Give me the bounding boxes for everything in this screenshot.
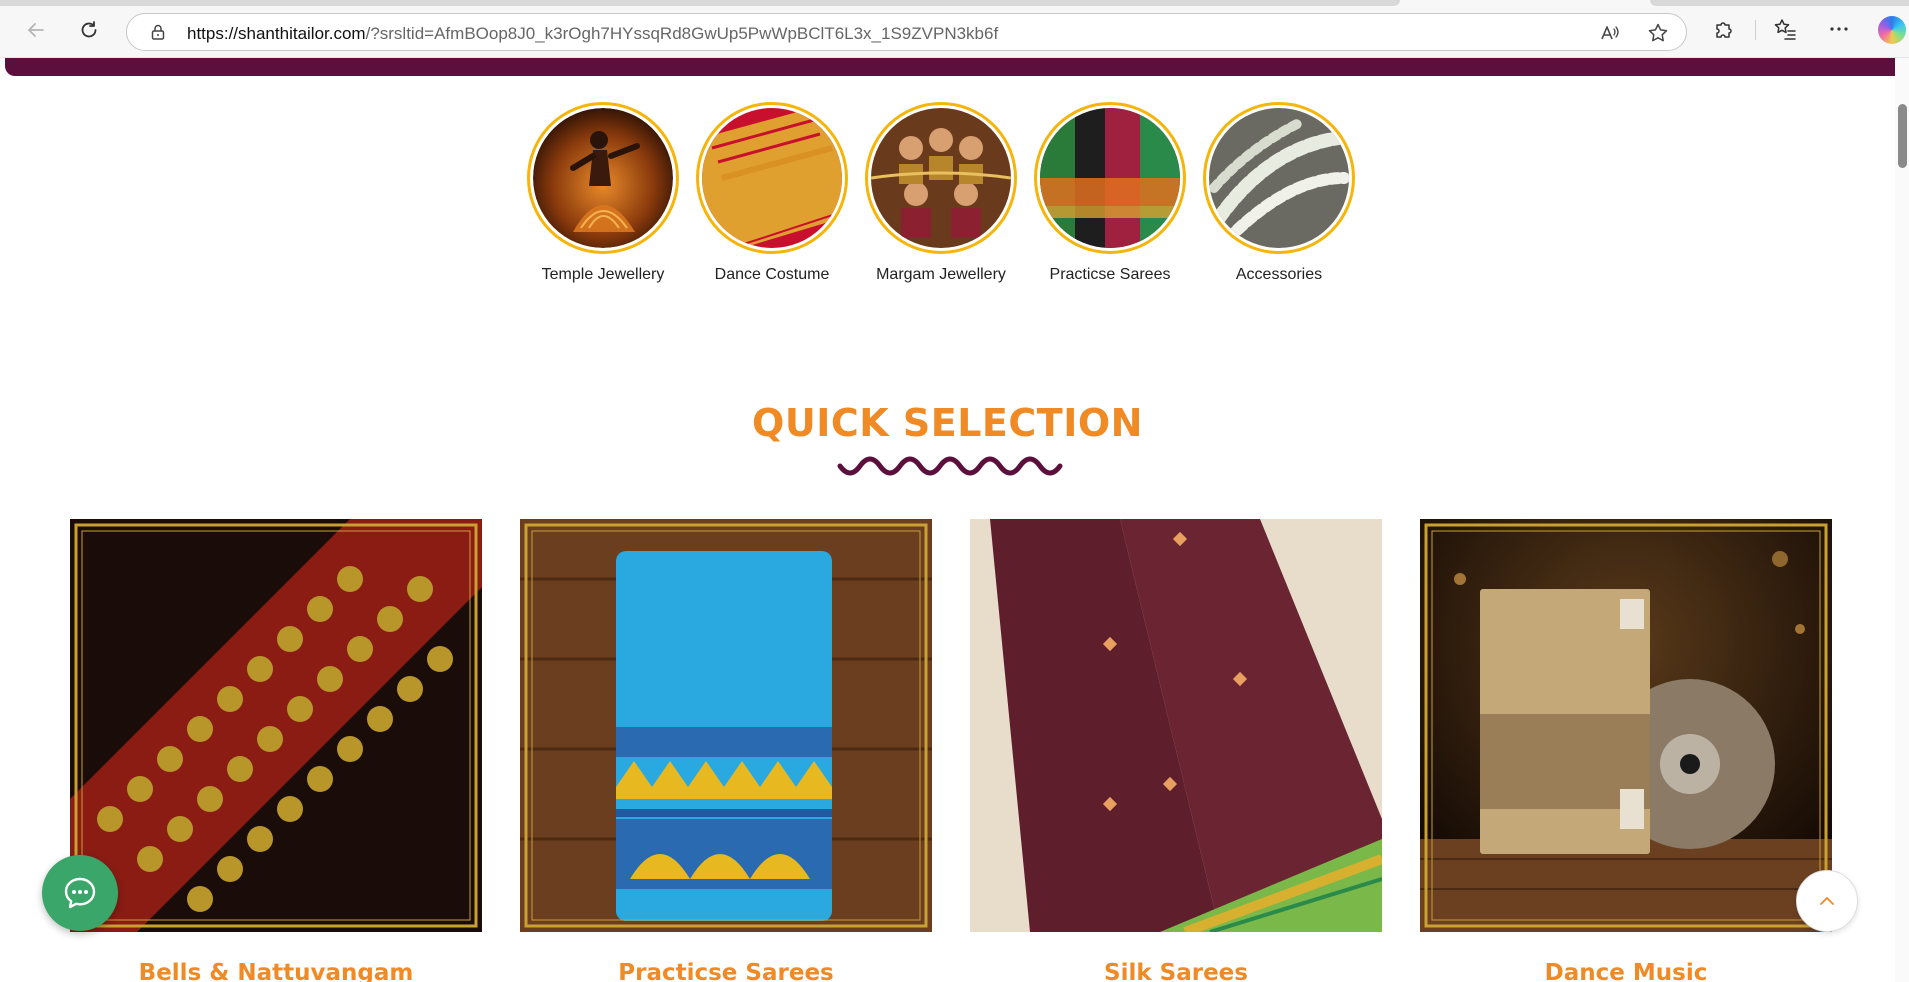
lock-icon[interactable] — [149, 23, 167, 41]
costume-fabric-image — [702, 108, 843, 249]
product-grid: Bells & Nattuvangam Practicse Sarees Sil… — [70, 519, 1832, 982]
more-icon — [1830, 27, 1848, 31]
url-host: https://shanthitailor.com — [187, 24, 366, 43]
refresh-button[interactable] — [73, 14, 105, 46]
toolbar-divider — [1755, 20, 1756, 40]
refresh-icon — [81, 21, 97, 38]
category-label[interactable]: Practicse Sarees — [1050, 264, 1171, 285]
chevron-up-icon — [1820, 897, 1834, 905]
section-title: QUICK SELECTION — [752, 401, 1143, 445]
tab-strip-right — [1650, 0, 1909, 6]
product-image[interactable] — [970, 519, 1382, 932]
category-margam-jewellery[interactable]: Margam Jewellery — [865, 102, 1017, 285]
puzzle-icon — [1716, 22, 1732, 38]
scroll-top-button[interactable] — [1796, 870, 1858, 932]
product-card-dance-music[interactable]: Dance Music — [1420, 519, 1832, 982]
read-aloud-icon[interactable] — [1599, 22, 1621, 44]
page-scrollbar[interactable] — [1895, 58, 1909, 982]
saree-image — [1040, 108, 1180, 248]
product-card-bells[interactable]: Bells & Nattuvangam — [70, 519, 482, 982]
category-label[interactable]: Accessories — [1236, 264, 1322, 285]
category-thumbnail[interactable] — [696, 102, 848, 254]
product-image[interactable] — [1420, 519, 1832, 932]
category-thumbnail[interactable] — [1034, 102, 1186, 254]
category-dance-costume[interactable]: Dance Costume — [696, 102, 848, 285]
jasmine-flowers-image — [1209, 108, 1350, 248]
favorites-button[interactable] — [1772, 16, 1798, 42]
tab-strip — [0, 0, 1400, 6]
product-image[interactable] — [520, 519, 932, 932]
category-thumbnail[interactable] — [1203, 102, 1355, 254]
bells-image — [70, 519, 482, 932]
product-card-practice-sarees[interactable]: Practicse Sarees — [520, 519, 932, 982]
extensions-button[interactable] — [1711, 16, 1737, 42]
product-name[interactable]: Bells & Nattuvangam — [70, 960, 482, 982]
star-icon[interactable] — [1647, 22, 1669, 44]
category-carousel: Temple Jewellery Dance Costume Margam Je… — [527, 102, 1355, 285]
category-label[interactable]: Margam Jewellery — [876, 264, 1006, 285]
blue-saree-image — [520, 519, 932, 932]
copilot-icon[interactable] — [1878, 16, 1906, 44]
wave-divider — [837, 456, 1063, 476]
browser-toolbar: https://shanthitailor.com/?srsltid=AfmBO… — [0, 0, 1909, 58]
product-name[interactable]: Practicse Sarees — [520, 960, 932, 982]
category-label[interactable]: Temple Jewellery — [542, 264, 665, 285]
category-thumbnail[interactable] — [527, 102, 679, 254]
category-temple-jewellery[interactable]: Temple Jewellery — [527, 102, 679, 285]
product-image[interactable] — [70, 519, 482, 932]
chat-icon — [64, 877, 96, 909]
product-name[interactable]: Dance Music — [1420, 960, 1832, 982]
back-button[interactable] — [20, 14, 52, 46]
category-thumbnail[interactable] — [865, 102, 1017, 254]
chat-button[interactable] — [42, 855, 118, 931]
product-name[interactable]: Silk Sarees — [970, 960, 1382, 982]
dancer-image — [533, 108, 673, 248]
web-page: Temple Jewellery Dance Costume Margam Je… — [0, 58, 1909, 982]
address-bar[interactable]: https://shanthitailor.com/?srsltid=AfmBO… — [126, 13, 1687, 51]
arrow-left-icon — [28, 23, 44, 37]
more-button[interactable] — [1826, 16, 1852, 42]
url-path: /?srsltid=AfmBOop8J0_k3rOgh7HYssqRd8GwUp… — [365, 24, 999, 43]
product-card-silk-sarees[interactable]: Silk Sarees — [970, 519, 1382, 982]
scrollbar-thumb[interactable] — [1898, 104, 1907, 168]
silk-saree-image — [970, 519, 1382, 932]
music-cd-image — [1420, 519, 1832, 932]
category-practicse-sarees[interactable]: Practicse Sarees — [1034, 102, 1186, 285]
header-bar — [5, 58, 1895, 76]
category-accessories[interactable]: Accessories — [1203, 102, 1355, 285]
deity-art-image — [870, 108, 1012, 248]
url-text[interactable]: https://shanthitailor.com/?srsltid=AfmBO… — [187, 24, 998, 44]
favorites-icon — [1774, 19, 1796, 40]
category-label[interactable]: Dance Costume — [715, 264, 830, 285]
